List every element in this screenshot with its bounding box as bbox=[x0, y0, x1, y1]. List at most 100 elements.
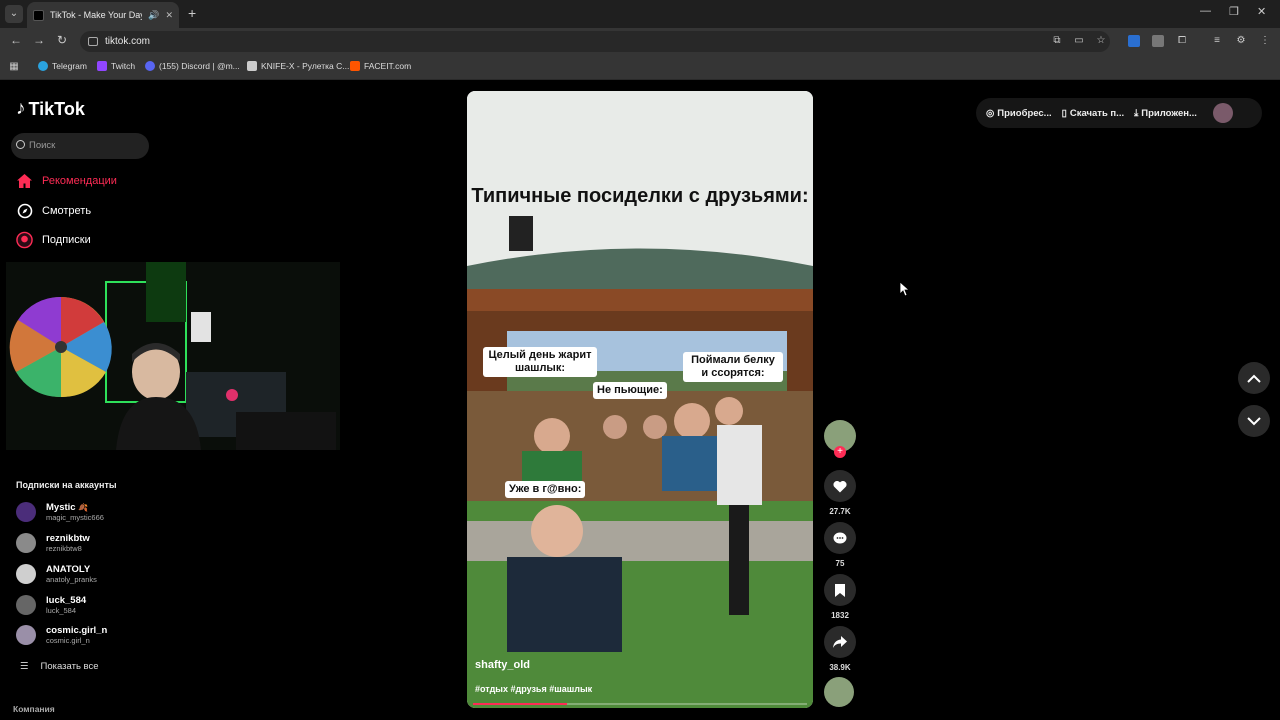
bookmark-star-icon[interactable]: ☆ bbox=[1095, 35, 1107, 47]
bookmarks-bar: ▦ Telegram Twitch (155) Discord | @m... … bbox=[0, 55, 1280, 80]
new-tab-button[interactable]: + bbox=[188, 5, 196, 21]
tiktok-favicon-icon bbox=[33, 9, 44, 21]
profile-avatar[interactable] bbox=[1212, 103, 1233, 123]
media-controls-icon[interactable]: ≡ bbox=[1211, 35, 1223, 47]
avatar bbox=[16, 533, 36, 553]
account-item[interactable]: Mystic 🍂 magic_mystic666 bbox=[16, 502, 104, 522]
apps-grid-icon[interactable]: ▦ bbox=[8, 61, 20, 73]
bookmark-faceit[interactable]: FACEIT.com bbox=[350, 61, 411, 71]
close-window-icon[interactable]: ✕ bbox=[1257, 5, 1266, 18]
follow-plus-icon[interactable]: + bbox=[834, 446, 846, 458]
account-item[interactable]: reznikbtw reznikbtw8 bbox=[16, 533, 90, 553]
account-item[interactable]: cosmic.girl_n cosmic.girl_n bbox=[16, 625, 107, 645]
account-handle: magic_mystic666 bbox=[46, 513, 104, 522]
download-icon: ⤓ bbox=[1134, 107, 1139, 119]
webcam-image bbox=[6, 262, 340, 450]
avatar bbox=[16, 595, 36, 615]
bookmark-telegram[interactable]: Telegram bbox=[38, 61, 87, 71]
extensions-puzzle-icon[interactable]: ⧠ bbox=[1176, 35, 1188, 47]
translate-icon[interactable]: ⧉ bbox=[1051, 35, 1063, 47]
forward-icon[interactable]: → bbox=[33, 33, 45, 47]
avatar bbox=[16, 625, 36, 645]
author-avatar-button[interactable]: + bbox=[824, 420, 856, 458]
menu-icon[interactable]: ⋮ bbox=[1259, 35, 1271, 47]
discord-icon bbox=[145, 61, 155, 71]
browser-tab[interactable]: TikTok - Make Your Day 🔊 ✕ bbox=[27, 2, 179, 28]
music-disc-button[interactable] bbox=[824, 677, 856, 707]
tiktok-logo[interactable]: ♪ TikTok bbox=[16, 98, 85, 120]
video-progress-bar[interactable] bbox=[473, 703, 807, 705]
account-name: reznikbtw bbox=[46, 533, 90, 544]
heart-icon bbox=[824, 470, 856, 502]
url-field[interactable]: tiktok.com bbox=[80, 31, 1110, 52]
restore-icon[interactable]: ❐ bbox=[1229, 5, 1239, 18]
caption-left: Целый день жарит шашлык: bbox=[483, 347, 597, 377]
extension-icon[interactable] bbox=[1152, 35, 1164, 47]
back-icon[interactable]: ← bbox=[10, 33, 22, 47]
bookmark-label: KNIFE-X - Рулетка С... bbox=[261, 61, 350, 71]
show-all-label: Показать все bbox=[40, 661, 99, 672]
account-badge: 🍂 bbox=[78, 503, 89, 512]
phone-icon: ▯ bbox=[1061, 107, 1067, 119]
tab-strip: ⌄ TikTok - Make Your Day 🔊 ✕ + — ❐ ✕ bbox=[0, 0, 1280, 28]
nav-label: Подписки bbox=[42, 233, 91, 246]
app-label: Приложен... bbox=[1141, 107, 1197, 119]
comment-count: 75 bbox=[835, 559, 845, 568]
save-button[interactable]: 1832 bbox=[824, 574, 856, 620]
tab-search-button[interactable]: ⌄ bbox=[5, 5, 23, 23]
bookmark-label: Twitch bbox=[111, 61, 136, 71]
like-button[interactable]: 27.7K bbox=[824, 470, 856, 516]
address-bar-row: ← → ↻ tiktok.com ⧉ ▭ ☆ ⧠ ≡ ⚙ ⋮ bbox=[0, 28, 1280, 55]
account-item[interactable]: luck_584 luck_584 bbox=[16, 595, 86, 615]
tiktok-page: ♪ TikTok Поиск Рекомендации Смотреть Под… bbox=[0, 80, 1280, 720]
account-name: cosmic.girl_n bbox=[46, 625, 108, 636]
cast-icon[interactable]: ▭ bbox=[1073, 35, 1085, 47]
nav-label: Рекомендации bbox=[42, 174, 117, 187]
caption-right: Поймали белку и ссорятся: bbox=[683, 352, 783, 382]
comment-icon bbox=[824, 522, 856, 554]
account-name: ANATOLY bbox=[46, 564, 91, 575]
company-heading: Компания bbox=[13, 704, 55, 714]
avatar bbox=[16, 502, 36, 522]
bookmark-icon bbox=[824, 574, 856, 606]
close-tab-icon[interactable]: ✕ bbox=[165, 10, 173, 21]
site-info-icon[interactable] bbox=[88, 37, 98, 46]
speaker-icon[interactable]: 🔊 bbox=[148, 10, 159, 21]
bookmark-twitch[interactable]: Twitch bbox=[97, 61, 135, 71]
nav-recommendations[interactable]: Рекомендации bbox=[16, 172, 117, 189]
video-author[interactable]: shafty_old bbox=[475, 659, 530, 671]
avatar bbox=[16, 564, 36, 584]
list-icon: ☰ bbox=[20, 661, 29, 672]
nav-following[interactable]: Подписки bbox=[16, 231, 91, 248]
video-hashtags[interactable]: #отдых #друзья #шашлык bbox=[475, 684, 592, 694]
comment-button[interactable]: 75 bbox=[824, 522, 856, 568]
bookmark-discord[interactable]: (155) Discord | @m... bbox=[145, 61, 240, 71]
coin-icon: ◎ bbox=[986, 107, 995, 119]
app-button[interactable]: ⤓ Приложен... bbox=[1134, 108, 1197, 119]
bookmark-knifex[interactable]: KNIFE-X - Рулетка С... bbox=[247, 61, 349, 71]
show-all-button[interactable]: ☰ Показать все bbox=[20, 661, 99, 672]
buy-coins-button[interactable]: ◎ Приобрес... bbox=[986, 108, 1052, 119]
extension-icon[interactable] bbox=[1128, 35, 1140, 47]
download-app-button[interactable]: ▯ Скачать п... bbox=[1062, 108, 1124, 119]
following-accounts-heading: Подписки на аккаунты bbox=[16, 480, 117, 490]
search-icon bbox=[16, 140, 25, 149]
search-placeholder: Поиск bbox=[29, 140, 56, 151]
nav-label: Смотреть bbox=[42, 204, 92, 217]
account-item[interactable]: ANATOLY anatoly_pranks bbox=[16, 564, 97, 584]
nav-explore[interactable]: Смотреть bbox=[16, 202, 91, 219]
next-video-button[interactable] bbox=[1238, 405, 1270, 437]
tab-title: TikTok - Make Your Day bbox=[50, 10, 143, 20]
bookmark-label: (155) Discord | @m... bbox=[159, 61, 240, 71]
minimize-icon[interactable]: — bbox=[1200, 5, 1211, 17]
share-button[interactable]: 38.9K bbox=[824, 626, 856, 672]
like-count: 27.7K bbox=[829, 507, 851, 516]
reload-icon[interactable]: ↻ bbox=[57, 33, 67, 47]
profile-icon[interactable]: ⚙ bbox=[1235, 35, 1247, 47]
account-handle: anatoly_pranks bbox=[46, 575, 97, 584]
search-input[interactable]: Поиск bbox=[11, 133, 149, 159]
previous-video-button[interactable] bbox=[1238, 362, 1270, 394]
account-handle: luck_584 bbox=[46, 606, 77, 615]
video-player[interactable]: Типичные посиделки с друзьями: Целый ден… bbox=[467, 91, 813, 708]
video-title: Типичные посиделки с друзьями: bbox=[471, 185, 809, 207]
